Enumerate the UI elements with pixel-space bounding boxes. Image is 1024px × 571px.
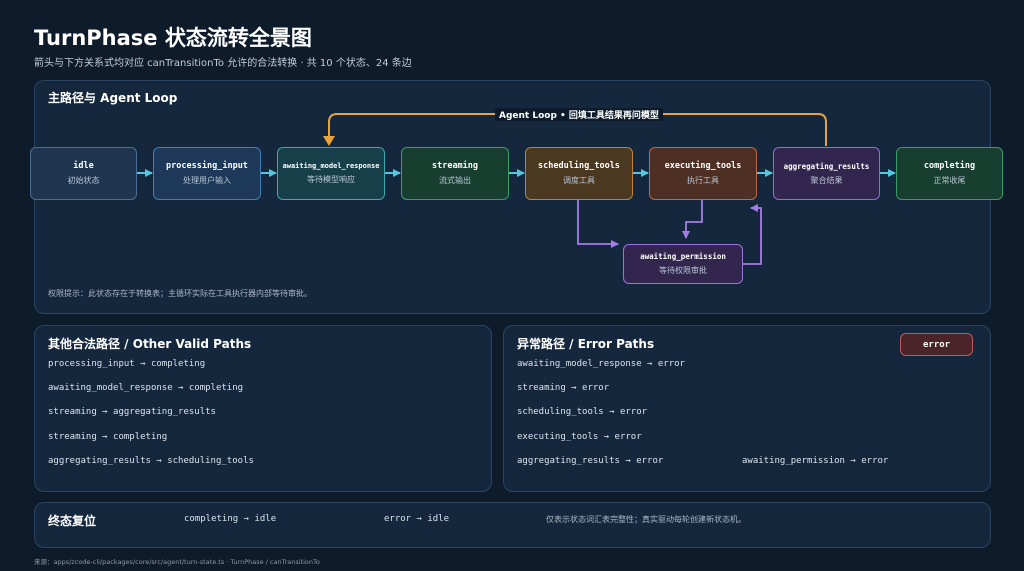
error-path-item: awaiting_permission → error [742, 456, 889, 466]
state-awaiting-model-response: awaiting_model_response 等待模型响应 [277, 147, 385, 200]
other-path-item: awaiting_model_response → completing [48, 383, 244, 393]
arrow-permission-executing [743, 204, 762, 265]
agent-loop-arrowhead [323, 136, 335, 146]
state-processing-input: processing_input 处理用户输入 [153, 147, 261, 200]
reset-note: 仅表示状态词汇表完整性；真实驱动每轮创建新状态机。 [546, 515, 746, 524]
state-desc: 聚合结果 [810, 175, 843, 185]
permission-note: 权限提示：此状态存在于转换表；主循环实际在工具执行器内部等待审批。 [48, 289, 312, 298]
state-error: error [900, 333, 973, 356]
error-path-item: executing_tools → error [517, 432, 642, 442]
state-name: aggregating_results [783, 161, 870, 171]
state-desc: 执行工具 [687, 176, 719, 185]
agent-loop-label: Agent Loop • 回填工具结果再问模型 [495, 108, 663, 121]
reset-title: 终态复位 [48, 514, 97, 528]
other-path-item: aggregating_results → scheduling_tools [48, 456, 254, 466]
source-citation: 来源：apps/zcode-cli/packages/core/src/agen… [34, 558, 320, 566]
reset-item: error → idle [384, 514, 450, 524]
state-name: processing_input [166, 161, 248, 171]
state-name: awaiting_permission [640, 252, 726, 261]
state-desc: 流式输出 [439, 176, 471, 185]
state-executing-tools: executing_tools 执行工具 [649, 147, 757, 200]
state-desc: 等待权限审批 [659, 266, 707, 275]
error-path-item: aggregating_results → error [517, 456, 664, 466]
state-awaiting-permission: awaiting_permission 等待权限审批 [623, 244, 743, 284]
error-paths-title: 异常路径 / Error Paths [517, 337, 655, 351]
arrow-executing-permission [682, 200, 703, 239]
state-name: completing [923, 161, 976, 171]
error-path-item: scheduling_tools → error [517, 407, 648, 417]
state-name: awaiting_model_response [282, 162, 380, 170]
other-path-item: streaming → aggregating_results [48, 407, 216, 417]
state-desc: 正常收尾 [933, 176, 966, 185]
state-name: scheduling_tools [538, 161, 620, 171]
other-path-item: processing_input → completing [48, 359, 206, 369]
state-completing: completing 正常收尾 [896, 147, 1003, 200]
other-path-item: streaming → completing [48, 432, 168, 442]
state-scheduling-tools: scheduling_tools 调度工具 [525, 147, 633, 200]
state-name: executing_tools [664, 161, 742, 171]
state-name: idle [73, 161, 94, 171]
state-name: error [922, 339, 951, 350]
state-streaming: streaming 流式输出 [401, 147, 509, 200]
state-desc: 初始状态 [67, 176, 100, 185]
state-desc: 处理用户输入 [183, 176, 231, 185]
state-desc: 调度工具 [563, 176, 595, 185]
state-name: streaming [431, 161, 479, 171]
error-path-item: awaiting_model_response → error [517, 359, 685, 369]
state-desc: 等待模型响应 [307, 175, 355, 184]
arrow-scheduling-permission [577, 200, 619, 248]
other-paths-title: 其他合法路径 / Other Valid Paths [48, 337, 252, 351]
reset-item: completing → idle [184, 514, 277, 524]
reset-panel [34, 502, 991, 548]
error-path-item: streaming → error [517, 383, 610, 393]
state-idle: idle 初始状态 [30, 147, 137, 200]
state-aggregating-results: aggregating_results 聚合结果 [773, 147, 880, 200]
